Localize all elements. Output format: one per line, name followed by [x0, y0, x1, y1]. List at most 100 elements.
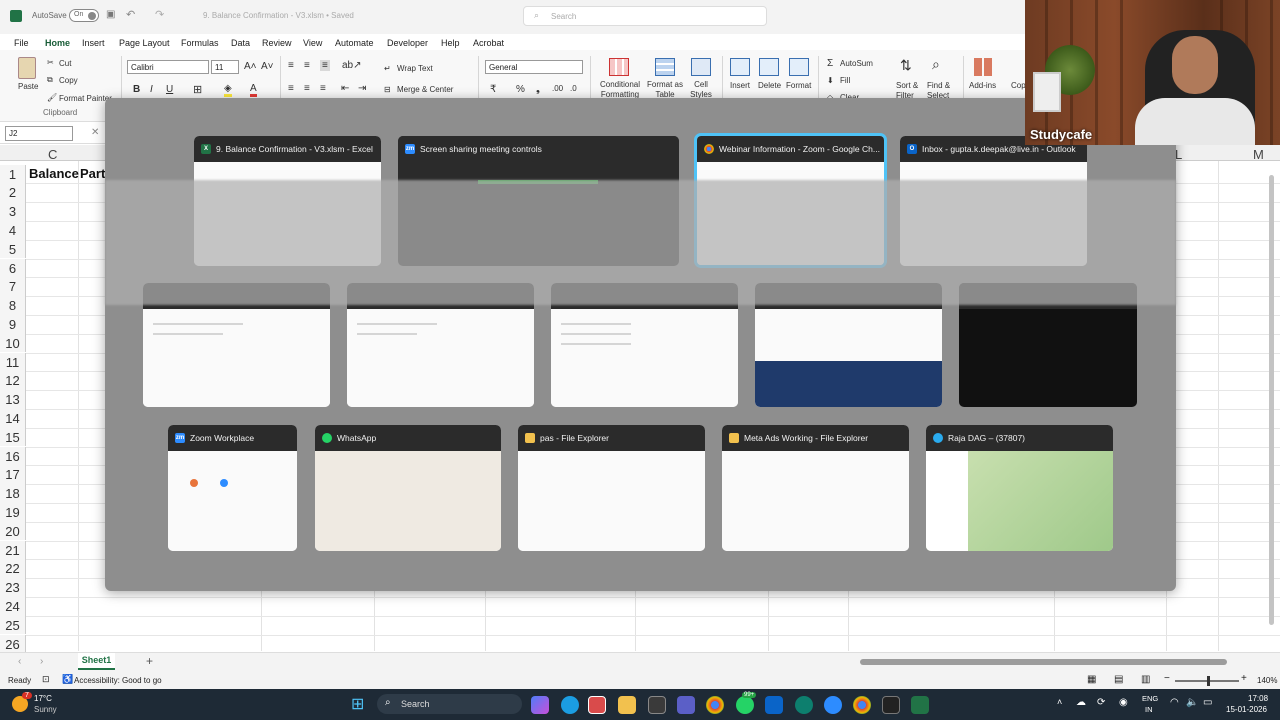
- copilot-icon[interactable]: [531, 696, 549, 714]
- edge-dev-icon[interactable]: [795, 696, 813, 714]
- tab-file[interactable]: File: [14, 38, 29, 48]
- paste-icon[interactable]: [18, 57, 36, 79]
- row-header[interactable]: 6: [0, 258, 26, 278]
- sheet-tab-sheet1[interactable]: Sheet1: [78, 653, 115, 670]
- align-center-icon[interactable]: ≡: [304, 83, 310, 94]
- autosave-toggle[interactable]: On: [69, 9, 99, 22]
- insert-cells-button[interactable]: Insert: [730, 81, 750, 90]
- tab-view[interactable]: View: [303, 38, 322, 48]
- bold-icon[interactable]: B: [133, 84, 140, 95]
- normal-view-icon[interactable]: ▦: [1087, 674, 1096, 685]
- excel-icon[interactable]: [911, 696, 929, 714]
- row-header[interactable]: 19: [0, 502, 26, 522]
- edge-icon[interactable]: [561, 696, 579, 714]
- format-as-table-button[interactable]: Format as Table: [646, 80, 684, 100]
- tray-icon-b[interactable]: ◉: [1119, 697, 1128, 708]
- format-painter-button[interactable]: Format Painter: [59, 94, 112, 103]
- tab-formulas[interactable]: Formulas: [181, 38, 219, 48]
- tab-acrobat[interactable]: Acrobat: [473, 38, 504, 48]
- row-header[interactable]: 25: [0, 615, 26, 635]
- tab-developer[interactable]: Developer: [387, 38, 428, 48]
- fill-button[interactable]: Fill: [840, 76, 850, 85]
- row-header[interactable]: 12: [0, 371, 26, 391]
- number-format-select[interactable]: General: [485, 60, 583, 74]
- window-thumb-telegram[interactable]: Raja DAG – (37807): [926, 425, 1113, 551]
- battery-icon[interactable]: ▭: [1203, 697, 1212, 708]
- window-thumb-meta-explorer[interactable]: Meta Ads Working - File Explorer: [722, 425, 909, 551]
- row-header[interactable]: 20: [0, 521, 26, 541]
- taskbar-search[interactable]: ⌕ Search: [377, 694, 522, 714]
- horizontal-scrollbar[interactable]: [860, 659, 1227, 665]
- row-header[interactable]: 9: [0, 314, 26, 334]
- italic-icon[interactable]: I: [150, 84, 153, 95]
- font-name-select[interactable]: Calibri: [127, 60, 209, 74]
- accounting-icon[interactable]: ₹: [490, 84, 496, 95]
- align-right-icon[interactable]: ≡: [320, 83, 326, 94]
- sheet-next-icon[interactable]: ›: [40, 656, 43, 667]
- copilot-button[interactable]: Cop: [1011, 81, 1026, 90]
- autosum-button[interactable]: AutoSum: [840, 59, 873, 68]
- wifi-icon[interactable]: ◠: [1170, 697, 1179, 708]
- row-header[interactable]: 8: [0, 296, 26, 315]
- zoom-slider-thumb[interactable]: [1207, 676, 1210, 686]
- language-label[interactable]: ENG: [1142, 694, 1158, 703]
- addins-button[interactable]: Add-ins: [969, 81, 996, 90]
- percent-icon[interactable]: %: [516, 84, 525, 95]
- copy-button[interactable]: Copy: [59, 76, 78, 85]
- tab-page-layout[interactable]: Page Layout: [119, 38, 170, 48]
- cell-styles-button[interactable]: Cell Styles: [684, 80, 718, 100]
- chrome-icon[interactable]: [706, 696, 724, 714]
- tab-review[interactable]: Review: [262, 38, 292, 48]
- row-header[interactable]: 26: [0, 634, 26, 654]
- borders-icon[interactable]: ⊞: [193, 83, 202, 96]
- store-icon[interactable]: [648, 696, 666, 714]
- cell-c1[interactable]: Balance: [29, 166, 79, 181]
- whatsapp-icon[interactable]: [736, 696, 754, 714]
- align-left-icon[interactable]: ≡: [288, 83, 294, 94]
- accessibility-status[interactable]: Accessibility: Good to go: [74, 676, 162, 685]
- merge-center-button[interactable]: Merge & Center: [397, 85, 453, 94]
- cancel-formula-icon[interactable]: ✕: [91, 127, 99, 138]
- teams-icon[interactable]: [677, 696, 695, 714]
- tab-help[interactable]: Help: [441, 38, 460, 48]
- column-header-l[interactable]: L: [1175, 147, 1182, 162]
- search-box[interactable]: ⌕ Search: [523, 6, 767, 26]
- row-header[interactable]: 2: [0, 183, 26, 203]
- page-break-view-icon[interactable]: ▥: [1141, 674, 1150, 685]
- name-box[interactable]: J2: [5, 126, 73, 141]
- font-color-icon[interactable]: A: [250, 83, 257, 97]
- row-header[interactable]: 1: [0, 164, 26, 184]
- decrease-decimal-icon[interactable]: .0: [570, 84, 577, 93]
- row-header[interactable]: 17: [0, 465, 26, 485]
- row-header[interactable]: 14: [0, 408, 26, 428]
- indent-increase-icon[interactable]: ⇥: [358, 83, 366, 94]
- zoom-out-icon[interactable]: −: [1164, 673, 1170, 684]
- row-header[interactable]: 4: [0, 220, 26, 240]
- align-middle-icon[interactable]: ≡: [304, 60, 310, 71]
- row-header[interactable]: 5: [0, 239, 26, 259]
- zoom-in-icon[interactable]: +: [1241, 673, 1247, 684]
- tab-automate[interactable]: Automate: [335, 38, 374, 48]
- outlook-icon[interactable]: [765, 696, 783, 714]
- row-header[interactable]: 24: [0, 596, 26, 616]
- macro-record-icon[interactable]: ⊡: [42, 674, 50, 685]
- row-header[interactable]: 23: [0, 578, 26, 597]
- fill-color-icon[interactable]: ◈: [224, 83, 232, 97]
- align-bottom-icon[interactable]: ≡: [320, 60, 330, 71]
- terminal-icon[interactable]: [882, 696, 900, 714]
- row-header[interactable]: 7: [0, 277, 26, 297]
- zoom-level[interactable]: 140%: [1257, 676, 1277, 685]
- onedrive-icon[interactable]: ☁: [1076, 697, 1086, 708]
- conditional-formatting-button[interactable]: Conditional Formatting: [596, 80, 644, 100]
- increase-decimal-icon[interactable]: .00: [552, 84, 563, 93]
- tab-insert[interactable]: Insert: [82, 38, 105, 48]
- undo-icon[interactable]: ↶: [126, 8, 135, 21]
- delete-cells-button[interactable]: Delete: [758, 81, 781, 90]
- row-header[interactable]: 22: [0, 559, 26, 579]
- clock-time[interactable]: 17:08: [1248, 694, 1268, 703]
- row-header[interactable]: 10: [0, 333, 26, 353]
- row-header[interactable]: 16: [0, 446, 26, 466]
- page-layout-view-icon[interactable]: ▤: [1114, 674, 1123, 685]
- align-top-icon[interactable]: ≡: [288, 60, 294, 71]
- indent-decrease-icon[interactable]: ⇤: [341, 83, 349, 94]
